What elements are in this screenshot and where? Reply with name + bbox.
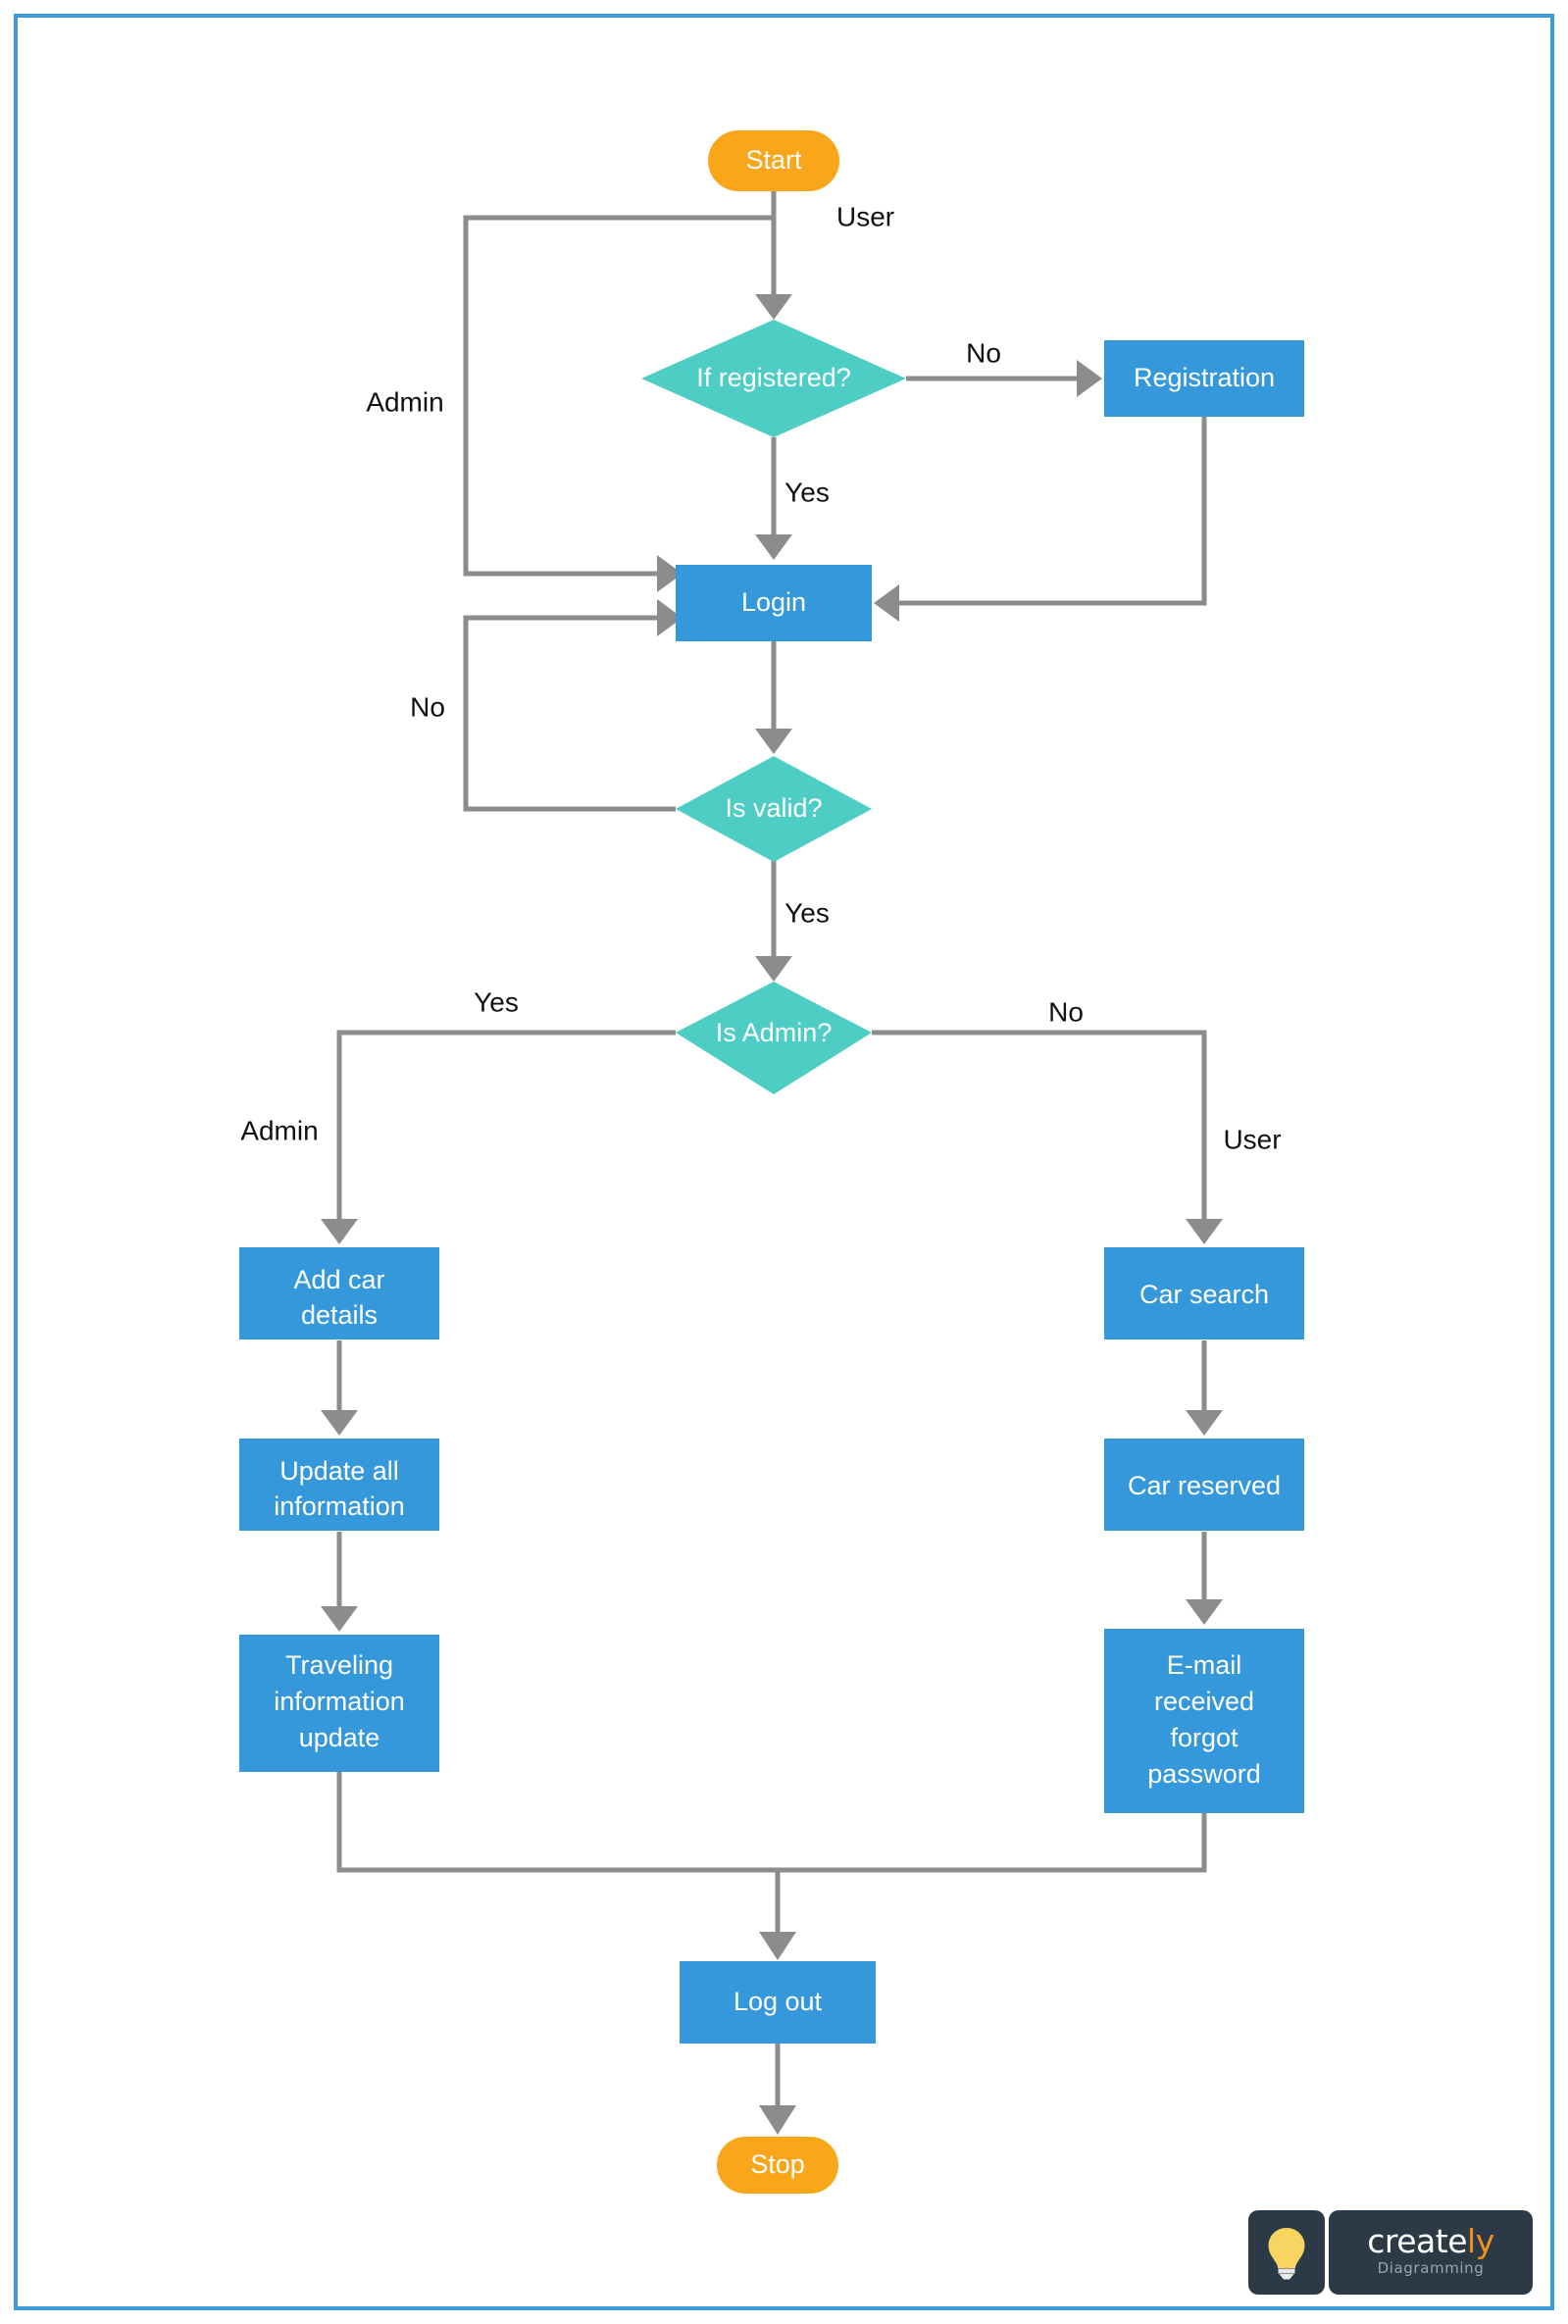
edge-is-admin-to-car-search <box>872 1030 1223 1244</box>
node-add-car-details-line2: details <box>301 1300 378 1330</box>
edge-update-all-to-traveling <box>321 1532 358 1632</box>
node-start-label: Start <box>745 145 802 175</box>
edge-label-no-valid: No <box>410 691 445 722</box>
edge-label-yes-valid: Yes <box>784 897 830 928</box>
edge-email-to-merge <box>778 1812 1207 1873</box>
edge-label-yes-registered: Yes <box>784 477 830 507</box>
node-car-reserved[interactable]: Car reserved <box>1104 1439 1304 1531</box>
node-if-registered-label: If registered? <box>696 363 851 392</box>
edge-car-search-to-car-reserved <box>1186 1340 1223 1436</box>
edge-add-car-to-update-all <box>321 1340 358 1436</box>
lightbulb-icon <box>1268 2228 1305 2280</box>
watermark-tagline: Diagramming <box>1377 2259 1485 2277</box>
watermark-wordmark-main: create <box>1367 2222 1468 2260</box>
flowchart-page: Start If registered? Registration Login … <box>0 0 1568 2324</box>
edge-start-to-if-registered <box>755 191 792 320</box>
node-stop[interactable]: Stop <box>717 2137 838 2194</box>
node-email-received-forgot-password[interactable]: E-mail received forgot password <box>1104 1629 1304 1813</box>
edge-logout-to-stop <box>759 2044 796 2135</box>
node-login-label: Login <box>741 587 806 617</box>
node-traveling-line1: Traveling <box>285 1650 393 1680</box>
node-add-car-details-line1: Add car <box>293 1265 384 1294</box>
node-log-out[interactable]: Log out <box>680 1961 876 2044</box>
edge-label-user-branch: User <box>1223 1124 1281 1154</box>
node-car-search-label: Car search <box>1139 1280 1269 1309</box>
watermark-wordmark: creately <box>1367 2222 1494 2260</box>
node-if-registered[interactable]: If registered? <box>641 320 906 437</box>
edge-login-to-is-valid <box>755 641 792 754</box>
edge-if-registered-to-registration <box>906 360 1102 397</box>
node-is-admin[interactable]: Is Admin? <box>676 982 872 1094</box>
node-email-line3: forgot <box>1170 1723 1239 1752</box>
edge-label-no-registered: No <box>966 337 1001 368</box>
node-car-search[interactable]: Car search <box>1104 1247 1304 1339</box>
flowchart-canvas: Start If registered? Registration Login … <box>239 130 1304 2194</box>
node-update-all-information-line1: Update all <box>279 1456 399 1486</box>
node-login[interactable]: Login <box>676 565 872 641</box>
node-stop-label: Stop <box>750 2149 805 2179</box>
edge-registration-to-login <box>874 417 1207 622</box>
node-email-line2: received <box>1154 1687 1254 1716</box>
edge-label-yes-admin: Yes <box>474 986 519 1017</box>
watermark-icon-box <box>1248 2210 1325 2295</box>
node-registration[interactable]: Registration <box>1104 340 1304 417</box>
node-update-all-information[interactable]: Update all information <box>239 1439 439 1531</box>
node-traveling-line3: update <box>299 1723 380 1752</box>
node-email-line4: password <box>1147 1759 1261 1789</box>
node-email-line1: E-mail <box>1167 1650 1242 1680</box>
edge-merge-to-logout <box>759 1870 796 1960</box>
node-start[interactable]: Start <box>708 130 839 191</box>
edge-traveling-to-merge <box>336 1770 778 1873</box>
node-registration-label: Registration <box>1134 363 1275 392</box>
node-add-car-details[interactable]: Add car details <box>239 1247 439 1339</box>
edge-label-admin-branch: Admin <box>240 1115 318 1145</box>
watermark-wordmark-accent: ly <box>1467 2222 1494 2260</box>
node-is-valid[interactable]: Is valid? <box>676 756 872 862</box>
node-is-admin-label: Is Admin? <box>716 1018 833 1047</box>
node-update-all-information-line2: information <box>274 1491 405 1521</box>
edge-is-valid-to-login-no <box>463 599 683 812</box>
creately-watermark[interactable]: creately Diagramming <box>1248 2210 1533 2295</box>
watermark-text-box: creately Diagramming <box>1329 2210 1533 2295</box>
node-traveling-information-update[interactable]: Traveling information update <box>239 1635 439 1772</box>
edge-label-user-top: User <box>836 201 894 231</box>
node-log-out-label: Log out <box>733 1987 823 2016</box>
node-is-valid-label: Is valid? <box>725 793 822 823</box>
node-traveling-line2: information <box>274 1687 405 1716</box>
edge-label-admin-top: Admin <box>366 386 443 417</box>
node-car-reserved-label: Car reserved <box>1128 1471 1281 1500</box>
edge-car-reserved-to-email <box>1186 1532 1223 1625</box>
edge-is-admin-to-add-car <box>321 1030 676 1244</box>
edge-label-no-admin: No <box>1048 996 1084 1027</box>
